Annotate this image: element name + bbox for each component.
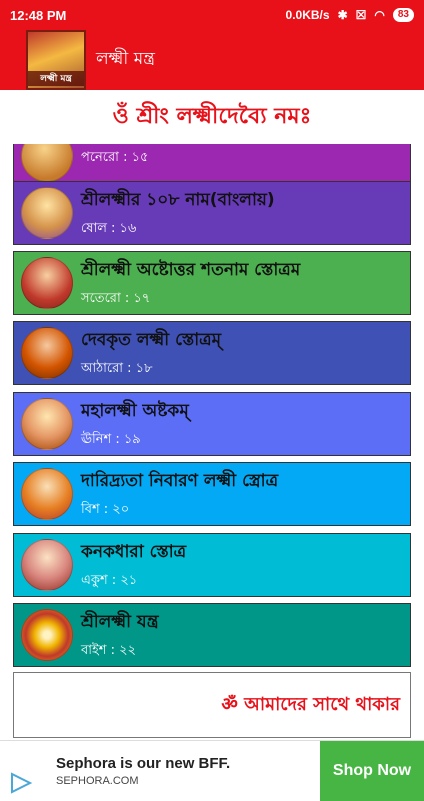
battery-icon: 83 <box>392 8 414 22</box>
list-item-texts: মহালক্ষ্মী অষ্টকম্ ঊনিশ : ১৯ <box>81 398 189 451</box>
list-item[interactable]: শ্রীলক্ষ্মীর ১০৮ নাম(বাংলায়) ষোল : ১৬ <box>13 181 411 245</box>
list-item-title: শ্রীলক্ষ্মীর ১০৮ নাম(বাংলায়) <box>81 189 275 210</box>
footer-text: ॐ আমাদের সাথে থাকার <box>221 693 400 715</box>
list-item-texts: দারিদ্র্যতা নিবারণ লক্ষ্মী স্ত্রোত্র বিশ… <box>81 468 278 521</box>
ad-url: SEPHORA.COM <box>56 774 139 787</box>
list-item[interactable]: শ্রীলক্ষ্মী অষ্টোত্তর শতনাম স্তোত্রম সতে… <box>13 251 411 315</box>
ad-choices-icon[interactable] <box>10 771 32 794</box>
lakshmi-avatar-icon <box>21 144 73 182</box>
status-icons: 0.0KB/s ✱ ☒ ◠ 83 <box>286 8 414 22</box>
list-item-title: দেবকৃত লক্ষ্মী স্তোত্রম্ <box>81 329 222 350</box>
app-title: লক্ষ্মী মন্ত্র <box>96 49 155 69</box>
shop-now-button[interactable]: Shop Now <box>320 740 424 801</box>
list-item-number: বাইশ : ২২ <box>81 642 137 658</box>
ad-title: Sephora is our new BFF. <box>56 754 231 772</box>
mantra-list[interactable]: পনেরো : ১৫ শ্রীলক্ষ্মীর ১০৮ নাম(বাংলায়)… <box>0 144 424 740</box>
list-item-number: পনেরো : ১৫ <box>81 149 149 165</box>
sim-icon: ☒ <box>355 8 367 22</box>
page-heading: ওঁ শ্রীং লক্ষ্মীদেব্যৈ নমঃ <box>0 90 424 144</box>
list-item-title: শ্রীলক্ষ্মী যন্ত্র <box>81 611 159 632</box>
lakshmi-avatar-icon <box>21 539 73 591</box>
list-item-texts: শ্রীলক্ষ্মী যন্ত্র বাইশ : ২২ <box>81 609 159 662</box>
list-item-texts: কনকধারা স্তোত্র একুশ : ২১ <box>81 539 186 592</box>
list-item-title: শ্রীলক্ষ্মী অষ্টোত্তর শতনাম স্তোত্রম <box>81 259 301 280</box>
list-item[interactable]: দারিদ্র্যতা নিবারণ লক্ষ্মী স্ত্রোত্র বিশ… <box>13 462 411 526</box>
list-item[interactable]: মহালক্ষ্মী অষ্টকম্ ঊনিশ : ১৯ <box>13 392 411 456</box>
list-item[interactable]: কনকধারা স্তোত্র একুশ : ২১ <box>13 533 411 597</box>
list-item[interactable]: শ্রীলক্ষ্মী যন্ত্র বাইশ : ২২ <box>13 603 411 667</box>
list-item-texts: শ্রীলক্ষ্মীর ১০৮ নাম(বাংলায়) ষোল : ১৬ <box>81 187 275 240</box>
footer-card[interactable]: ॐ আমাদের সাথে থাকার <box>13 672 411 738</box>
lakshmi-avatar-icon <box>21 468 73 520</box>
app-bar: লক্ষ্মী মন্ত্র লক্ষ্মী মন্ত্র <box>0 30 424 90</box>
list-item-number: আঠারো : ১৮ <box>81 360 153 376</box>
ad-text[interactable]: Sephora is our new BFF. SEPHORA.COM <box>56 755 320 787</box>
shri-yantra-icon <box>21 609 73 661</box>
app-logo: লক্ষ্মী মন্ত্র <box>26 30 86 90</box>
app-logo-text: লক্ষ্মী মন্ত্র <box>28 71 84 86</box>
list-item-texts: পনেরো : ১৫ <box>81 144 148 169</box>
list-item-texts: শ্রীলক্ষ্মী অষ্টোত্তর শতনাম স্তোত্রম সতে… <box>81 257 300 310</box>
lakshmi-avatar-icon <box>21 398 73 450</box>
lakshmi-avatar-icon <box>21 187 73 239</box>
list-item-title: মহালক্ষ্মী অষ্টকম্ <box>81 400 189 421</box>
status-bar: 12:48 PM 0.0KB/s ✱ ☒ ◠ 83 <box>0 0 424 30</box>
ad-banner[interactable]: Sephora is our new BFF. SEPHORA.COM Shop… <box>0 740 424 801</box>
wifi-icon: ◠ <box>374 8 385 22</box>
list-item[interactable]: দেবকৃত লক্ষ্মী স্তোত্রম্ আঠারো : ১৮ <box>13 321 411 385</box>
list-item-number: একুশ : ২১ <box>81 572 138 588</box>
list-item-title: দারিদ্র্যতা নিবারণ লক্ষ্মী স্ত্রোত্র <box>81 470 279 491</box>
list-item-title: কনকধারা স্তোত্র <box>81 541 187 562</box>
lakshmi-avatar-icon <box>21 327 73 379</box>
list-item-number: বিশ : ২০ <box>81 501 130 517</box>
lakshmi-avatar-icon <box>21 257 73 309</box>
list-item-texts: দেবকৃত লক্ষ্মী স্তোত্রম্ আঠারো : ১৮ <box>81 327 221 380</box>
list-item-number: সতেরো : ১৭ <box>81 290 151 306</box>
list-item-number: ষোল : ১৬ <box>81 220 137 236</box>
list-item-number: ঊনিশ : ১৯ <box>81 431 141 447</box>
bluetooth-icon: ✱ <box>337 8 348 22</box>
network-speed: 0.0KB/s <box>285 8 330 22</box>
status-time: 12:48 PM <box>10 7 67 23</box>
